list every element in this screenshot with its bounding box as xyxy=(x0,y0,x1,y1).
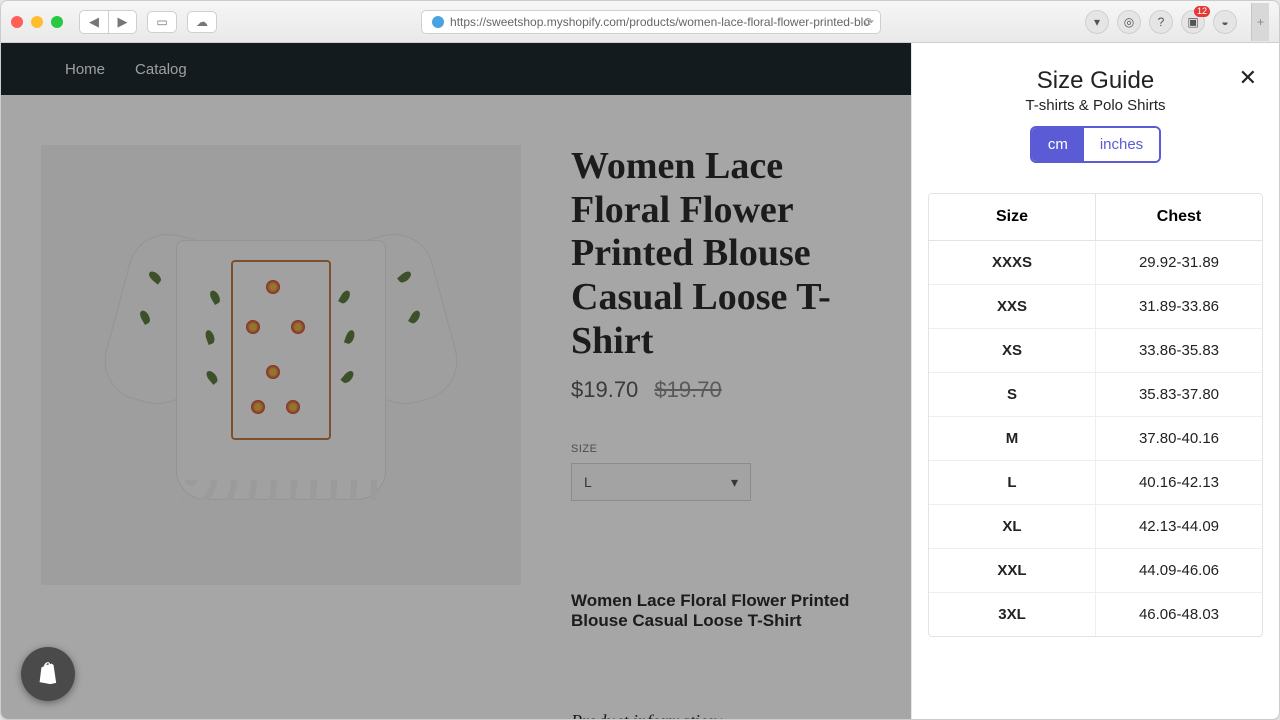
chest-cell: 33.86-35.83 xyxy=(1095,329,1262,372)
chest-cell: 35.83-37.80 xyxy=(1095,373,1262,416)
shopify-chat-bubble[interactable] xyxy=(21,647,75,701)
page-content: Home Catalog xyxy=(1,43,911,720)
sidebar-toggle-button[interactable]: ▭ xyxy=(147,11,177,33)
col-size: Size xyxy=(929,194,1095,240)
unit-inches-button[interactable]: inches xyxy=(1084,128,1159,161)
window-close[interactable] xyxy=(11,16,23,28)
size-cell: XS xyxy=(929,329,1095,372)
window-controls xyxy=(11,16,63,28)
extension-button-1[interactable]: ◎ xyxy=(1117,10,1141,34)
forward-button[interactable]: ▶ xyxy=(108,11,136,33)
site-identity-icon xyxy=(432,16,444,28)
notification-badge: 12 xyxy=(1194,6,1210,17)
chest-cell: 40.16-42.13 xyxy=(1095,461,1262,504)
chest-cell: 37.80-40.16 xyxy=(1095,417,1262,460)
new-tab-button[interactable]: + xyxy=(1251,3,1269,41)
download-button[interactable]: ▾ xyxy=(1085,10,1109,34)
chest-cell: 46.06-48.03 xyxy=(1095,593,1262,636)
chest-cell: 29.92-31.89 xyxy=(1095,241,1262,284)
extension-button-3[interactable]: ▣12 xyxy=(1181,10,1205,34)
reload-icon[interactable]: ⟳ xyxy=(864,15,874,29)
size-table-row: L40.16-42.13 xyxy=(929,461,1262,505)
chest-cell: 42.13-44.09 xyxy=(1095,505,1262,548)
size-table: Size Chest XXXS29.92-31.89XXS31.89-33.86… xyxy=(928,193,1263,637)
browser-toolbar: ◀ ▶ ▭ ☁ https://sweetshop.myshopify.com/… xyxy=(1,1,1279,43)
modal-backdrop[interactable] xyxy=(1,43,911,720)
col-chest: Chest xyxy=(1095,194,1262,240)
size-guide-title: Size Guide xyxy=(936,67,1255,95)
unit-toggle: cm inches xyxy=(1030,126,1161,163)
size-table-row: S35.83-37.80 xyxy=(929,373,1262,417)
size-cell: L xyxy=(929,461,1095,504)
shopify-icon xyxy=(34,660,62,688)
size-cell: XXS xyxy=(929,285,1095,328)
chest-cell: 31.89-33.86 xyxy=(1095,285,1262,328)
size-table-row: XXL44.09-46.06 xyxy=(929,549,1262,593)
size-table-row: XL42.13-44.09 xyxy=(929,505,1262,549)
size-table-row: 3XL46.06-48.03 xyxy=(929,593,1262,636)
address-bar[interactable]: https://sweetshop.myshopify.com/products… xyxy=(421,10,881,34)
chest-cell: 44.09-46.06 xyxy=(1095,549,1262,592)
extension-button-2[interactable]: ? xyxy=(1149,10,1173,34)
size-table-row: M37.80-40.16 xyxy=(929,417,1262,461)
size-table-row: XXS31.89-33.86 xyxy=(929,285,1262,329)
cloud-tabs-button[interactable]: ☁ xyxy=(187,11,217,33)
size-cell: S xyxy=(929,373,1095,416)
size-guide-subtitle: T-shirts & Polo Shirts xyxy=(936,97,1255,114)
extension-button-4[interactable]: ◒ xyxy=(1213,10,1237,34)
back-button[interactable]: ◀ xyxy=(80,11,108,33)
close-icon[interactable]: ✕ xyxy=(1239,65,1257,91)
browser-window: ◀ ▶ ▭ ☁ https://sweetshop.myshopify.com/… xyxy=(0,0,1280,720)
size-cell: XXXS xyxy=(929,241,1095,284)
window-minimize[interactable] xyxy=(31,16,43,28)
size-guide-panel: Size Guide T-shirts & Polo Shirts ✕ cm i… xyxy=(911,43,1279,720)
size-cell: XL xyxy=(929,505,1095,548)
size-table-header: Size Chest xyxy=(929,194,1262,241)
size-table-row: XS33.86-35.83 xyxy=(929,329,1262,373)
window-maximize[interactable] xyxy=(51,16,63,28)
unit-cm-button[interactable]: cm xyxy=(1032,128,1084,161)
size-cell: M xyxy=(929,417,1095,460)
size-cell: 3XL xyxy=(929,593,1095,636)
size-table-row: XXXS29.92-31.89 xyxy=(929,241,1262,285)
url-text: https://sweetshop.myshopify.com/products… xyxy=(450,15,870,29)
size-cell: XXL xyxy=(929,549,1095,592)
